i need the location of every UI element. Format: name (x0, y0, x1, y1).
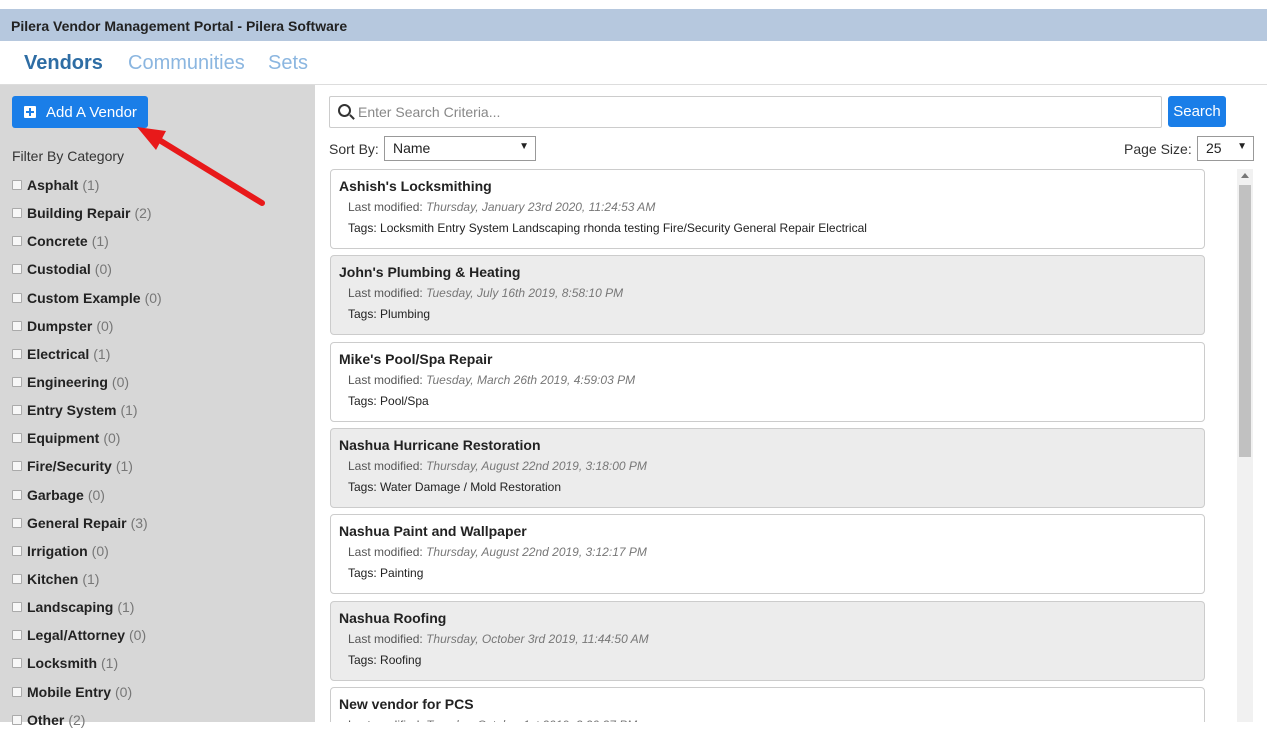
annotation-arrow (137, 127, 265, 206)
annotation-arrow-shaft (153, 135, 265, 206)
annotation-arrow-head (137, 127, 166, 150)
